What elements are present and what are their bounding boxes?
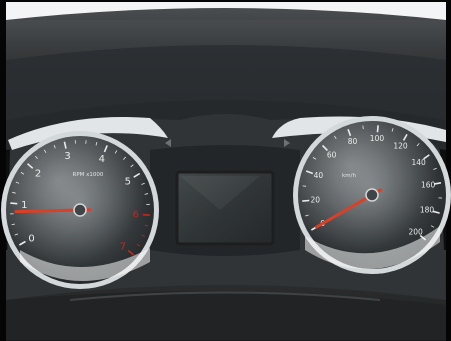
instrument-cluster-photo: 01234567 RPM x1000 020406080100120140160… (0, 0, 451, 341)
